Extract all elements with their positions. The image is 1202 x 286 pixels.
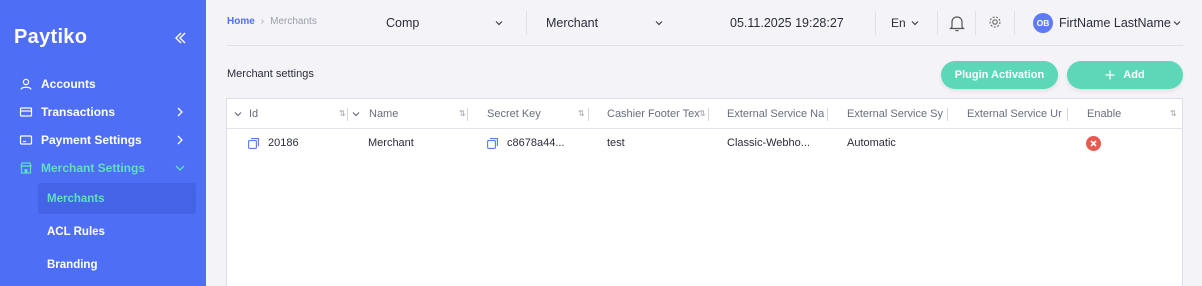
cell-secret-key-value: c8678a44...: [507, 137, 565, 149]
copy-icon[interactable]: [248, 137, 259, 149]
merchant-select[interactable]: Merchant: [546, 9, 666, 37]
cell-enable: [1086, 136, 1101, 151]
avatar[interactable]: OB: [1033, 13, 1053, 33]
column-resize-handle[interactable]: [947, 108, 948, 121]
header-divider: [227, 45, 1183, 46]
copy-icon[interactable]: [487, 137, 498, 149]
company-select[interactable]: Comp: [386, 9, 506, 37]
store-icon: [19, 161, 33, 175]
merchants-table: Id ⇅ Name ⇅ Secret Key ⇅ Cashier Footer …: [226, 98, 1183, 286]
sidebar-item-accounts[interactable]: Accounts: [0, 70, 206, 98]
card-icon: [19, 105, 33, 119]
sidebar-item-payment-settings[interactable]: Payment Settings: [0, 126, 206, 154]
brand-logo: Paytiko: [14, 26, 88, 48]
column-header-external-service-sync[interactable]: External Service Sy: [847, 99, 967, 129]
table-header: Id ⇅ Name ⇅ Secret Key ⇅ Cashier Footer …: [227, 99, 1182, 129]
sidebar: Paytiko Accounts Transactions Payment Se…: [0, 0, 206, 286]
chevron-down-icon: [495, 21, 503, 26]
merchant-select-value: Merchant: [546, 16, 599, 30]
sidebar-subitem-merchants[interactable]: Merchants: [38, 183, 196, 214]
chevron-down-icon: [175, 165, 185, 171]
add-button[interactable]: Add: [1067, 61, 1183, 89]
divider: [875, 11, 876, 35]
column-header-external-service-name[interactable]: External Service Na: [727, 99, 847, 129]
chevron-right-icon: [177, 107, 183, 117]
plus-icon: [1105, 70, 1115, 80]
sort-icon[interactable]: ⇅: [578, 109, 585, 118]
cell-external-service-name: Classic-Webho...: [727, 137, 810, 149]
cell-external-service-sync: Automatic: [847, 137, 896, 149]
chevron-down-icon[interactable]: [1172, 18, 1182, 28]
divider: [975, 11, 976, 35]
collapse-sidebar-icon[interactable]: [172, 30, 188, 46]
sort-icon[interactable]: ⇅: [1170, 109, 1177, 118]
cell-id-value: 20186: [268, 137, 299, 149]
column-resize-handle[interactable]: [467, 108, 468, 121]
sidebar-item-merchant-settings[interactable]: Merchant Settings: [0, 154, 206, 182]
page-title: Merchant settings: [227, 68, 314, 80]
column-header-secret-key[interactable]: Secret Key ⇅: [487, 99, 607, 129]
sidebar-item-label: Transactions: [41, 105, 116, 119]
sidebar-item-label: Payment Settings: [41, 133, 142, 147]
column-resize-handle[interactable]: [708, 108, 709, 121]
breadcrumb: Home › Merchants: [227, 16, 317, 27]
add-button-label: Add: [1123, 69, 1145, 81]
column-header-name[interactable]: Name ⇅: [351, 99, 469, 129]
column-resize-handle[interactable]: [827, 108, 828, 121]
cell-id: 20186: [248, 137, 299, 149]
plugin-activation-button[interactable]: Plugin Activation: [941, 61, 1058, 89]
chevron-down-icon: [655, 21, 663, 26]
sort-icon[interactable]: ⇅: [699, 109, 706, 118]
column-resize-handle[interactable]: [1067, 108, 1068, 121]
gear-icon[interactable]: [988, 15, 1002, 29]
chevron-down-icon[interactable]: [351, 109, 361, 119]
column-resize-handle[interactable]: [347, 108, 348, 121]
language-select[interactable]: En: [891, 16, 920, 30]
sidebar-item-label: Merchant Settings: [41, 161, 146, 175]
cell-cashier-footer: test: [607, 137, 625, 149]
divider: [526, 11, 527, 35]
sidebar-item-label: Accounts: [41, 77, 96, 91]
chevron-right-icon: [177, 135, 183, 145]
cell-secret-key: c8678a44...: [487, 137, 565, 149]
company-select-value: Comp: [386, 16, 420, 30]
user-name[interactable]: FirtName LastName: [1059, 16, 1171, 30]
cell-name: Merchant: [368, 137, 414, 149]
breadcrumb-home[interactable]: Home: [227, 16, 255, 27]
divider: [937, 11, 938, 35]
column-resize-handle[interactable]: [588, 108, 589, 121]
sidebar-subitem-branding[interactable]: Branding: [38, 249, 196, 280]
divider: [1014, 11, 1015, 35]
disabled-status-icon: [1086, 136, 1101, 151]
payment-icon: [19, 133, 33, 147]
language-value: En: [891, 16, 906, 30]
sidebar-item-transactions[interactable]: Transactions: [0, 98, 206, 126]
sidebar-subitem-acl-rules[interactable]: ACL Rules: [38, 216, 196, 247]
column-header-enable[interactable]: Enable ⇅: [1087, 99, 1182, 129]
bell-icon[interactable]: [949, 14, 965, 32]
sort-icon[interactable]: ⇅: [339, 109, 346, 118]
chevron-down-icon[interactable]: [233, 109, 243, 119]
current-datetime: 05.11.2025 19:28:27: [730, 16, 844, 30]
breadcrumb-separator: ›: [260, 16, 265, 27]
column-header-cashier-footer[interactable]: Cashier Footer Tex ⇅: [607, 99, 727, 129]
breadcrumb-current: Merchants: [270, 16, 317, 27]
column-header-external-service-url[interactable]: External Service Ur: [967, 99, 1087, 129]
column-header-id[interactable]: Id ⇅: [233, 99, 349, 129]
user-icon: [19, 77, 33, 91]
sort-icon[interactable]: ⇅: [459, 109, 466, 118]
chevron-down-icon: [911, 21, 919, 26]
